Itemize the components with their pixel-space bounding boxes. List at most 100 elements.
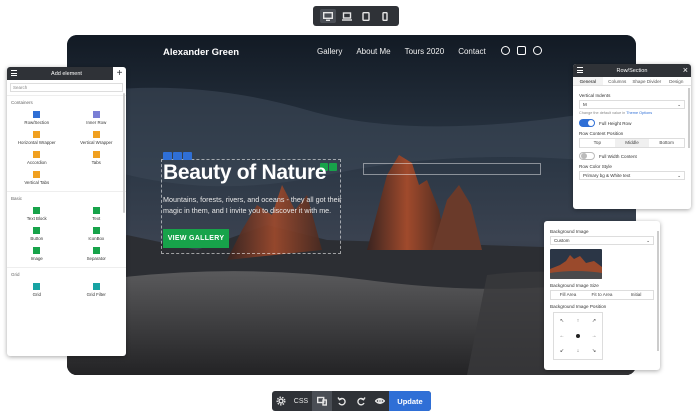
element-row-section[interactable]: Row/Section bbox=[7, 111, 67, 125]
tab-shape-divider[interactable]: Shape Divider bbox=[632, 77, 662, 85]
element-label: Row/Section bbox=[24, 120, 50, 125]
nav-gallery[interactable]: Gallery bbox=[317, 47, 342, 56]
panel-scrollbar[interactable] bbox=[123, 93, 125, 213]
preview-button[interactable] bbox=[370, 391, 389, 411]
nav-about-me[interactable]: About Me bbox=[356, 47, 390, 56]
theme-options-link[interactable]: Theme Options bbox=[626, 111, 652, 115]
inner-row-icon bbox=[92, 111, 100, 118]
edit-icon[interactable] bbox=[163, 152, 172, 160]
update-button[interactable]: Update bbox=[389, 391, 431, 411]
close-icon[interactable]: × bbox=[683, 64, 688, 77]
full-height-label: Full Height Row bbox=[599, 120, 632, 126]
background-image-select[interactable]: Custom ⌄ bbox=[550, 236, 654, 245]
element-text-block[interactable]: Text Block bbox=[7, 207, 67, 221]
element-group-label: Grid bbox=[7, 267, 126, 279]
delete-icon[interactable] bbox=[183, 152, 192, 160]
element-separator[interactable]: Separator bbox=[67, 247, 127, 261]
element-grid[interactable]: Grid bbox=[7, 283, 67, 297]
element-text[interactable]: Text bbox=[67, 207, 127, 221]
element-grid-filter[interactable]: Grid Filter bbox=[67, 283, 127, 297]
position-middle[interactable]: Middle bbox=[614, 139, 650, 147]
empty-column-outline[interactable] bbox=[363, 163, 541, 175]
element-iconbox[interactable]: IconBox bbox=[67, 227, 127, 241]
eye-icon bbox=[374, 398, 385, 404]
mobile-icon bbox=[381, 11, 388, 21]
content-position-control: Top Middle Bottom bbox=[579, 138, 685, 148]
vertical-indents-select[interactable]: M ⌄ bbox=[579, 100, 685, 109]
iconbox-icon bbox=[92, 227, 100, 234]
element-image[interactable]: Image bbox=[7, 247, 67, 261]
copy-icon[interactable] bbox=[173, 152, 182, 160]
grid-filter-icon bbox=[92, 283, 100, 290]
element-label: Separator bbox=[86, 256, 106, 261]
settings-button[interactable] bbox=[272, 391, 290, 411]
vertical-tabs-icon bbox=[33, 171, 41, 178]
element-label: Vertical Wrapper bbox=[80, 140, 113, 145]
element-vertical-tabs[interactable]: Vertical Tabs bbox=[7, 171, 67, 185]
size-initial[interactable]: Initial bbox=[619, 291, 653, 299]
mobile-button[interactable] bbox=[377, 9, 393, 23]
position-top-left[interactable]: ↖ bbox=[554, 313, 570, 328]
tabs-icon bbox=[92, 151, 100, 158]
nav-contact[interactable]: Contact bbox=[458, 47, 486, 56]
text-block-icon bbox=[33, 207, 41, 214]
element-inner-row[interactable]: Inner Row bbox=[67, 111, 127, 125]
hero-title[interactable]: Beauty of Nature bbox=[163, 161, 327, 185]
row-section-panel: Row/Section × General Columns Shape Divi… bbox=[573, 64, 691, 209]
element-button[interactable]: Button bbox=[7, 227, 67, 241]
position-bottom[interactable]: Bottom bbox=[649, 139, 684, 147]
element-label: Grid Filter bbox=[86, 292, 106, 297]
row-section-title: Row/Section bbox=[616, 67, 648, 74]
position-center-left[interactable]: ← bbox=[554, 328, 570, 343]
laptop-button[interactable] bbox=[339, 9, 355, 23]
tablet-button[interactable] bbox=[358, 9, 374, 23]
site-logo[interactable]: Alexander Green bbox=[163, 47, 239, 58]
panel-scrollbar[interactable] bbox=[688, 88, 690, 148]
facebook-icon[interactable] bbox=[501, 46, 510, 55]
responsive-button[interactable] bbox=[312, 391, 332, 411]
element-search-input[interactable]: Search bbox=[10, 83, 123, 92]
css-button[interactable]: CSS bbox=[290, 391, 312, 411]
color-style-select[interactable]: Primary bg & White text ⌄ bbox=[579, 171, 685, 180]
full-height-toggle[interactable] bbox=[579, 119, 595, 127]
position-bottom-right[interactable]: ↘ bbox=[586, 344, 602, 359]
vertical-indents-label: Vertical Indents bbox=[579, 93, 611, 98]
nav-tours-2020[interactable]: Tours 2020 bbox=[405, 47, 445, 56]
element-tabs[interactable]: Tabs bbox=[67, 151, 127, 165]
size-fill-area[interactable]: Fill Area bbox=[551, 291, 585, 299]
element-horizontal-wrapper[interactable]: Horizontal Wrapper bbox=[7, 131, 67, 145]
position-center-right[interactable]: → bbox=[586, 328, 602, 343]
plus-icon[interactable]: + bbox=[113, 67, 126, 80]
position-bottom-center[interactable]: ↓ bbox=[570, 344, 586, 359]
full-width-toggle[interactable] bbox=[579, 152, 595, 160]
size-fit-to-area[interactable]: Fit to Area bbox=[585, 291, 619, 299]
undo-button[interactable] bbox=[332, 391, 351, 411]
position-top[interactable]: Top bbox=[580, 139, 615, 147]
background-image-thumbnail[interactable] bbox=[550, 249, 602, 279]
instagram-icon[interactable] bbox=[517, 46, 526, 55]
position-top-center[interactable]: ↑ bbox=[570, 313, 586, 328]
view-gallery-button[interactable]: VIEW GALLERY bbox=[163, 229, 229, 248]
tripadvisor-icon[interactable] bbox=[533, 46, 542, 55]
position-bottom-left[interactable]: ↙ bbox=[554, 344, 570, 359]
element-accordion[interactable]: Accordion bbox=[7, 151, 67, 165]
panel-scrollbar[interactable] bbox=[657, 231, 659, 351]
element-label: Accordion bbox=[26, 160, 47, 165]
tab-general[interactable]: General bbox=[573, 77, 603, 85]
menu-icon[interactable] bbox=[577, 67, 583, 73]
tab-design[interactable]: Design bbox=[662, 77, 692, 85]
desktop-button[interactable] bbox=[319, 9, 336, 23]
redo-button[interactable] bbox=[351, 391, 370, 411]
button-icon bbox=[33, 227, 41, 234]
menu-icon[interactable] bbox=[11, 70, 17, 76]
content-position-label: Row Content Position bbox=[579, 131, 624, 136]
duplicate-icon[interactable] bbox=[329, 163, 337, 171]
position-top-right[interactable]: ↗ bbox=[586, 313, 602, 328]
element-group-grid: Row/Section Inner Row Horizontal Wrapper Ve… bbox=[7, 107, 126, 191]
undo-icon bbox=[336, 397, 346, 406]
tab-columns[interactable]: Columns bbox=[603, 77, 633, 85]
position-center[interactable] bbox=[570, 328, 586, 343]
element-label: Text Block bbox=[26, 216, 47, 221]
element-vertical-wrapper[interactable]: Vertical Wrapper bbox=[67, 131, 127, 145]
hero-text[interactable]: Mountains, forests, rivers, and oceans -… bbox=[163, 194, 353, 216]
